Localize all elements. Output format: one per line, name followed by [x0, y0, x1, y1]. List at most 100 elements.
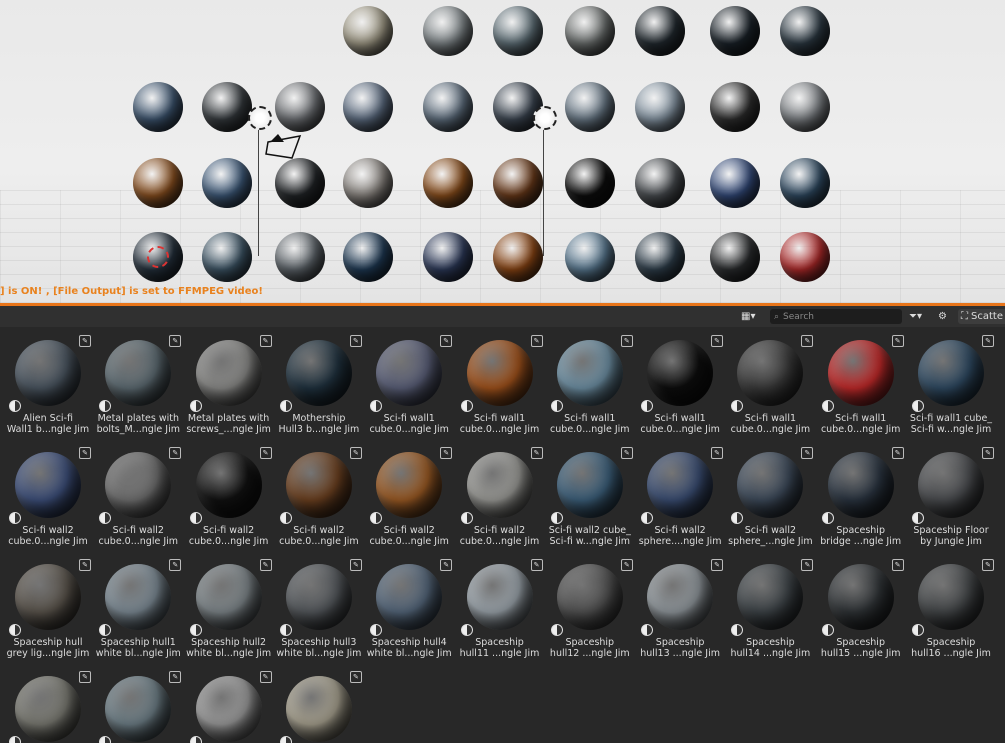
- viewport-sphere[interactable]: [275, 232, 325, 282]
- viewport-sphere[interactable]: [275, 82, 325, 132]
- edit-icon[interactable]: ✎: [530, 335, 543, 347]
- edit-icon[interactable]: ✎: [440, 335, 453, 347]
- edit-icon[interactable]: ✎: [79, 671, 91, 683]
- asset-item[interactable]: ✎: [184, 666, 274, 743]
- viewport-sphere[interactable]: [202, 232, 252, 282]
- viewport-sphere[interactable]: [710, 6, 760, 56]
- edit-icon[interactable]: ✎: [982, 335, 994, 347]
- asset-item[interactable]: ✎ Sci-fi wall1 cube.0...ngle Jim: [725, 330, 815, 440]
- viewport-sphere[interactable]: [275, 158, 325, 208]
- camera-icon[interactable]: [264, 132, 304, 162]
- edit-icon[interactable]: ✎: [891, 559, 904, 571]
- asset-item[interactable]: ✎ Spaceship hull16 ...ngle Jim: [906, 554, 996, 664]
- asset-item[interactable]: ✎ Spaceship Floor by Jungle Jim: [906, 442, 996, 552]
- edit-icon[interactable]: ✎: [259, 335, 272, 347]
- asset-item[interactable]: ✎ Sci-fi wall2 cube.0...ngle Jim: [93, 442, 183, 552]
- edit-icon[interactable]: ✎: [530, 559, 543, 571]
- asset-item[interactable]: ✎ Sci-fi wall1 cube.0...ngle Jim: [816, 330, 906, 440]
- asset-item[interactable]: ✎ Mothership Hull3 b...ngle Jim: [274, 330, 364, 440]
- asset-item[interactable]: ✎: [93, 666, 183, 743]
- asset-item[interactable]: ✎ Metal plates with bolts_M...ngle Jim: [93, 330, 183, 440]
- edit-icon[interactable]: ✎: [891, 447, 904, 459]
- viewport-sphere[interactable]: [493, 158, 543, 208]
- 3d-viewport[interactable]: ] is ON! , [File Output] is set to FFMPE…: [0, 0, 1005, 303]
- search-input[interactable]: ⌕ Search: [770, 309, 902, 324]
- asset-item[interactable]: ✎ Sci-fi wall1 cube.0...ngle Jim: [364, 330, 454, 440]
- edit-icon[interactable]: ✎: [801, 447, 814, 459]
- viewport-sphere[interactable]: [635, 232, 685, 282]
- asset-item[interactable]: ✎ Spaceship hull grey lig...ngle Jim: [3, 554, 93, 664]
- edit-icon[interactable]: ✎: [349, 671, 362, 683]
- asset-item[interactable]: ✎ Sci-fi wall2 cube.0...ngle Jim: [184, 442, 274, 552]
- edit-icon[interactable]: ✎: [169, 671, 182, 683]
- asset-item[interactable]: ✎ Sci-fi wall1 cube.0...ngle Jim: [545, 330, 635, 440]
- viewport-sphere[interactable]: [565, 6, 615, 56]
- viewport-sphere[interactable]: [343, 6, 393, 56]
- viewport-sphere[interactable]: [635, 82, 685, 132]
- edit-icon[interactable]: ✎: [259, 559, 272, 571]
- viewport-sphere[interactable]: [780, 82, 830, 132]
- viewport-sphere[interactable]: [133, 82, 183, 132]
- asset-item[interactable]: ✎ Alien Sci-fi Wall1 b...ngle Jim: [3, 330, 93, 440]
- edit-icon[interactable]: ✎: [169, 335, 182, 347]
- viewport-sphere[interactable]: [565, 82, 615, 132]
- edit-icon[interactable]: ✎: [440, 447, 453, 459]
- viewport-sphere[interactable]: [710, 232, 760, 282]
- edit-icon[interactable]: ✎: [982, 559, 994, 571]
- asset-item[interactable]: ✎: [3, 666, 93, 743]
- edit-icon[interactable]: ✎: [79, 335, 91, 347]
- viewport-sphere[interactable]: [635, 6, 685, 56]
- edit-icon[interactable]: ✎: [169, 559, 182, 571]
- edit-icon[interactable]: ✎: [891, 335, 904, 347]
- asset-item[interactable]: ✎ Metal plates with screws_...ngle Jim: [184, 330, 274, 440]
- viewport-sphere[interactable]: [635, 158, 685, 208]
- asset-item[interactable]: ✎ Spaceship hull1 white bl...ngle Jim: [93, 554, 183, 664]
- viewport-sphere[interactable]: [565, 232, 615, 282]
- asset-item[interactable]: ✎ Sci-fi wall2 cube.0...ngle Jim: [3, 442, 93, 552]
- edit-icon[interactable]: ✎: [711, 335, 724, 347]
- edit-icon[interactable]: ✎: [801, 559, 814, 571]
- edit-icon[interactable]: ✎: [530, 447, 543, 459]
- asset-item[interactable]: ✎ Spaceship hull14 ...ngle Jim: [725, 554, 815, 664]
- asset-item[interactable]: ✎ Spaceship hull15 ...ngle Jim: [816, 554, 906, 664]
- asset-item[interactable]: ✎ Sci-fi wall2 sphere....ngle Jim: [635, 442, 725, 552]
- viewport-sphere[interactable]: [710, 82, 760, 132]
- edit-icon[interactable]: ✎: [79, 559, 91, 571]
- asset-item[interactable]: ✎: [274, 666, 364, 743]
- asset-item[interactable]: ✎ Sci-fi wall2 sphere_...ngle Jim: [725, 442, 815, 552]
- asset-item[interactable]: ✎ Sci-fi wall2 cube_ Sci-fi w...ngle Jim: [545, 442, 635, 552]
- viewport-sphere[interactable]: [780, 6, 830, 56]
- asset-item[interactable]: ✎ Sci-fi wall2 cube.0...ngle Jim: [364, 442, 454, 552]
- viewport-sphere[interactable]: [343, 232, 393, 282]
- asset-item[interactable]: ✎ Sci-fi wall1 cube.0...ngle Jim: [635, 330, 725, 440]
- edit-icon[interactable]: ✎: [79, 447, 91, 459]
- edit-icon[interactable]: ✎: [711, 559, 724, 571]
- edit-icon[interactable]: ✎: [349, 559, 362, 571]
- viewport-sphere[interactable]: [423, 232, 473, 282]
- edit-icon[interactable]: ✎: [711, 447, 724, 459]
- edit-icon[interactable]: ✎: [259, 671, 272, 683]
- light-icon[interactable]: [248, 106, 272, 130]
- viewport-sphere[interactable]: [423, 158, 473, 208]
- edit-icon[interactable]: ✎: [169, 447, 182, 459]
- viewport-sphere[interactable]: [202, 82, 252, 132]
- viewport-sphere[interactable]: [565, 158, 615, 208]
- scatter-button[interactable]: ⛶ Scatte: [958, 309, 1005, 324]
- gear-icon[interactable]: ⚙: [938, 309, 947, 324]
- edit-icon[interactable]: ✎: [349, 447, 362, 459]
- asset-item[interactable]: ✎ Spaceship hull12 ...ngle Jim: [545, 554, 635, 664]
- asset-item[interactable]: ✎ Spaceship hull3 white bl...ngle Jim: [274, 554, 364, 664]
- 3d-cursor-icon[interactable]: [147, 246, 169, 268]
- edit-icon[interactable]: ✎: [801, 335, 814, 347]
- edit-icon[interactable]: ✎: [349, 335, 362, 347]
- edit-icon[interactable]: ✎: [259, 447, 272, 459]
- asset-item[interactable]: ✎ Spaceship hull11 ...ngle Jim: [455, 554, 545, 664]
- asset-item[interactable]: ✎ Spaceship hull4 white bl...ngle Jim: [364, 554, 454, 664]
- asset-item[interactable]: ✎ Spaceship bridge ...ngle Jim: [816, 442, 906, 552]
- viewport-sphere[interactable]: [780, 232, 830, 282]
- edit-icon[interactable]: ✎: [620, 447, 633, 459]
- edit-icon[interactable]: ✎: [620, 335, 633, 347]
- edit-icon[interactable]: ✎: [440, 559, 453, 571]
- viewport-sphere[interactable]: [343, 158, 393, 208]
- edit-icon[interactable]: ✎: [620, 559, 633, 571]
